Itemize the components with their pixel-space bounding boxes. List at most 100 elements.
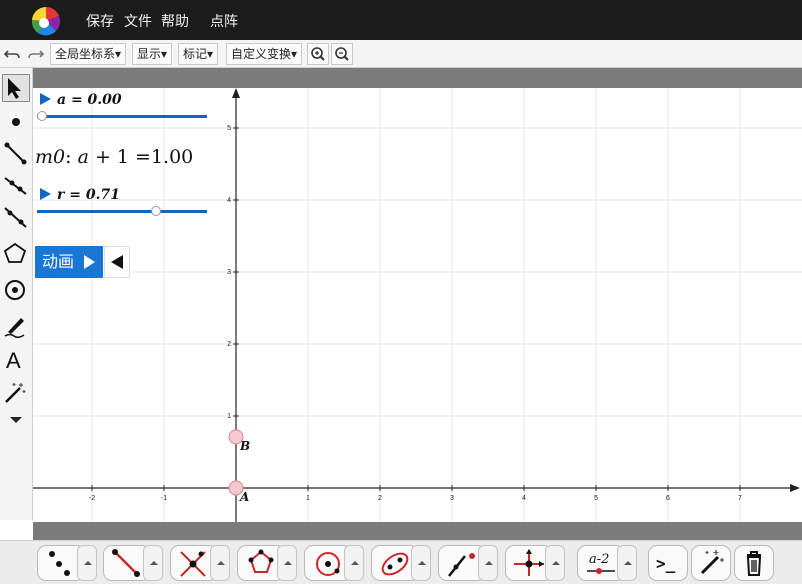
zoom-out-button[interactable] xyxy=(331,43,353,65)
line-icon xyxy=(4,207,27,228)
zoom-in-icon xyxy=(311,47,325,61)
x-tick-label: -2 xyxy=(89,495,95,502)
x-tick-label: 2 xyxy=(378,495,382,502)
menu-bar: 保存 文件 帮助 点阵 xyxy=(0,0,802,40)
more-tools-button[interactable] xyxy=(2,410,30,438)
slider-r-knob[interactable] xyxy=(150,206,161,216)
zoom-in-button[interactable] xyxy=(307,43,329,65)
y-tick-label: 2 xyxy=(227,341,231,348)
point-label-a: A xyxy=(239,490,249,504)
polygon-group-expand[interactable] xyxy=(277,545,297,581)
redo-icon xyxy=(28,50,45,59)
x-tick-label: 6 xyxy=(666,495,670,502)
slider-r-label: r = 0.71 xyxy=(57,187,120,203)
tool-palette: A xyxy=(0,68,33,520)
point-tool[interactable] xyxy=(2,108,30,136)
slider-a-label: a = 0.00 xyxy=(57,92,122,108)
play-icon xyxy=(84,255,95,269)
menu-save[interactable]: 保存 xyxy=(86,11,114,31)
measurement-m0[interactable]: m0: a + 1 =1.00 xyxy=(35,146,193,168)
app-window: 保存 文件 帮助 点阵 全局坐标系▾ 显示▾ 标记▾ 自定义变换▾ A -2 -… xyxy=(0,0,802,584)
y-tick-label: 1 xyxy=(227,413,231,420)
animation-label: 动画 xyxy=(42,252,75,271)
transform-group-expand[interactable] xyxy=(545,545,565,581)
slider-a-track[interactable] xyxy=(37,115,207,118)
text-a-icon: A xyxy=(6,348,21,373)
locus-group-expand[interactable] xyxy=(478,545,498,581)
svg-text:A: A xyxy=(6,348,21,372)
conic-group-expand[interactable] xyxy=(411,545,431,581)
display-dropdown[interactable]: 显示▾ xyxy=(132,43,173,65)
svg-text:a-2: a-2 xyxy=(589,552,609,567)
view-bottom-strip xyxy=(33,522,802,540)
undo-icon xyxy=(3,50,20,59)
undo-button[interactable] xyxy=(2,43,24,65)
ray-tool[interactable] xyxy=(2,172,30,200)
measurement-expression: + 1 =1.00 xyxy=(94,146,194,168)
x-tick-label: -1 xyxy=(161,495,167,502)
coord-system-dropdown[interactable]: 全局坐标系▾ xyxy=(50,43,127,65)
zoom-out-icon xyxy=(335,47,349,61)
circle-tool[interactable] xyxy=(2,276,30,304)
text-tool[interactable]: A xyxy=(2,346,30,374)
segment-tool[interactable] xyxy=(2,140,30,168)
pen-icon xyxy=(4,318,25,339)
circle-group-expand[interactable] xyxy=(344,545,364,581)
x-axis-arrow xyxy=(790,484,800,492)
custom-transform-dropdown[interactable]: 自定义变换▾ xyxy=(226,43,303,65)
expression-group-expand[interactable] xyxy=(617,545,637,581)
app-logo-icon xyxy=(31,6,61,36)
menu-dot-matrix[interactable]: 点阵 xyxy=(210,11,238,31)
x-tick-label: 7 xyxy=(738,495,742,502)
menu-help[interactable]: 帮助 xyxy=(161,11,189,31)
measurement-name: m0 xyxy=(35,146,66,168)
terminal-icon: >_ xyxy=(656,554,676,573)
play-reverse-icon xyxy=(111,255,123,269)
animation-play-button[interactable]: 动画 xyxy=(35,246,103,278)
segment-icon xyxy=(4,142,27,165)
delete-button[interactable] xyxy=(734,545,774,581)
select-tool[interactable] xyxy=(2,74,30,102)
x-tick-label: 3 xyxy=(450,495,454,502)
slider-a-knob[interactable] xyxy=(37,111,47,121)
slider-r-play-icon[interactable] xyxy=(40,188,51,200)
points-group-expand[interactable] xyxy=(77,545,97,581)
polygon-tool[interactable] xyxy=(2,240,30,268)
magic-wand-icon xyxy=(5,383,26,403)
view-top-strip xyxy=(33,68,802,88)
x-tick-label: 4 xyxy=(522,495,526,502)
animation-reverse-button[interactable] xyxy=(104,246,130,278)
ray-icon xyxy=(4,177,27,195)
slider-r-track[interactable] xyxy=(37,210,207,213)
triangle-down-icon xyxy=(10,417,22,423)
menu-file[interactable]: 文件 xyxy=(124,11,152,31)
polygon-icon xyxy=(3,242,27,263)
circle-icon xyxy=(5,280,25,300)
terminal-button[interactable]: >_ xyxy=(648,545,688,581)
y-tick-label: 5 xyxy=(227,125,231,132)
point-icon xyxy=(12,118,20,126)
y-tick-label: 3 xyxy=(227,269,231,276)
segment-group-expand[interactable] xyxy=(143,545,163,581)
pen-tool[interactable] xyxy=(2,312,30,340)
redo-button[interactable] xyxy=(24,43,46,65)
x-tick-label: 1 xyxy=(306,495,310,502)
trash-icon xyxy=(746,551,762,576)
x-tick-label: 5 xyxy=(594,495,598,502)
mark-dropdown[interactable]: 标记▾ xyxy=(178,43,219,65)
point-label-b: B xyxy=(239,439,250,453)
line-tool[interactable] xyxy=(2,204,30,232)
custom-tool-button[interactable] xyxy=(691,545,731,581)
bottom-toolbar: a-2 >_ xyxy=(0,540,802,584)
y-axis-arrow xyxy=(232,88,240,98)
arrow-cursor-icon xyxy=(8,78,21,99)
custom-tool[interactable] xyxy=(2,380,30,408)
slider-a-play-icon[interactable] xyxy=(40,93,51,105)
measurement-colon: : xyxy=(65,146,72,168)
view-toolbar: 全局坐标系▾ 显示▾ 标记▾ 自定义变换▾ xyxy=(0,40,802,68)
intersection-group-expand[interactable] xyxy=(210,545,230,581)
magic-wand-icon xyxy=(700,550,724,575)
measurement-var: a xyxy=(77,146,89,168)
svg-text:>_: >_ xyxy=(656,554,676,573)
y-tick-label: 4 xyxy=(227,197,231,204)
